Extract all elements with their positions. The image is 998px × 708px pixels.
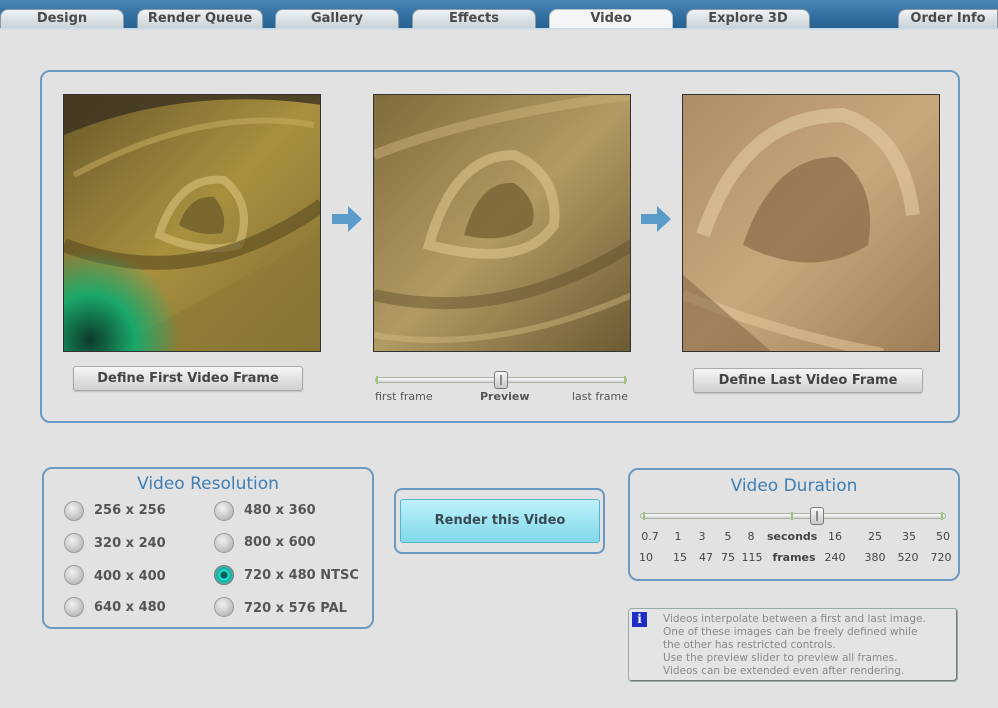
tab-gallery[interactable]: Gallery	[275, 9, 399, 28]
info-line: Use the preview slider to preview all fr…	[663, 652, 898, 664]
tab-effects[interactable]: Effects	[412, 9, 536, 28]
info-line: One of these images can be freely define…	[663, 626, 918, 638]
duration-slider-start-tick	[643, 512, 645, 520]
duration-title: Video Duration	[730, 476, 858, 496]
radio-label: 256 x 256	[94, 503, 166, 518]
frames-value: 240	[824, 551, 846, 564]
right-arrow-icon	[641, 206, 671, 232]
preview-slider-end-tick	[624, 376, 626, 384]
info-icon: i	[632, 612, 647, 627]
preview-slider-thumb[interactable]	[494, 371, 508, 389]
info-box: i Videos interpolate between a first and…	[628, 608, 958, 682]
seconds-value: 35	[902, 530, 916, 543]
preview-slider-start-tick	[376, 376, 378, 384]
duration-slider-thumb[interactable]	[810, 507, 824, 525]
tab-design[interactable]: Design	[0, 9, 124, 28]
tab-bar: Design Render Queue Gallery Effects Vide…	[0, 0, 998, 31]
radio-320x240[interactable]	[64, 533, 84, 553]
radio-800x600[interactable]	[214, 533, 234, 553]
tab-explore-3d[interactable]: Explore 3D	[686, 9, 810, 28]
define-first-frame-button[interactable]: Define First Video Frame	[73, 366, 303, 391]
frames-value: 10	[639, 551, 653, 564]
seconds-value: 8	[747, 530, 755, 543]
radio-400x400[interactable]	[64, 565, 84, 585]
tab-order-info[interactable]: Order Info	[898, 9, 998, 28]
radio-720x576-pal[interactable]	[214, 597, 234, 617]
frames-label: frames	[772, 551, 816, 564]
radio-label: 720 x 480 NTSC	[244, 568, 359, 583]
preview-first-frame-label: first frame	[375, 390, 433, 403]
radio-480x360[interactable]	[214, 501, 234, 521]
render-video-button[interactable]: Render this Video	[400, 499, 600, 543]
resolution-title: Video Resolution	[137, 474, 279, 494]
info-line: the other has restricted controls.	[663, 639, 836, 651]
preview-frame-art	[374, 95, 630, 351]
first-frame-image[interactable]	[63, 94, 321, 352]
seconds-value: 0.7	[641, 530, 659, 543]
last-frame-art	[683, 95, 939, 351]
tab-render-queue[interactable]: Render Queue	[137, 9, 263, 28]
radio-640x480[interactable]	[64, 597, 84, 617]
radio-label: 800 x 600	[244, 535, 316, 550]
preview-frame-image	[373, 94, 631, 352]
preview-label: Preview	[480, 390, 530, 403]
seconds-value: 50	[936, 530, 950, 543]
frames-value: 380	[864, 551, 886, 564]
frames-value: 520	[897, 551, 919, 564]
radio-label: 640 x 480	[94, 600, 166, 615]
info-line: Videos can be extended even after render…	[663, 665, 905, 677]
duration-slider-mid-tick	[791, 512, 793, 520]
radio-256x256[interactable]	[64, 501, 84, 521]
right-arrow-icon	[332, 206, 362, 232]
radio-label: 320 x 240	[94, 536, 166, 551]
info-line: Videos interpolate between a first and l…	[663, 613, 926, 625]
seconds-value: 16	[828, 530, 842, 543]
seconds-value: 25	[868, 530, 882, 543]
radio-720x480-ntsc[interactable]	[214, 565, 234, 585]
tab-bar-underline	[0, 28, 998, 31]
frames-value: 115	[741, 551, 763, 564]
radio-label: 480 x 360	[244, 503, 316, 518]
define-last-frame-button[interactable]: Define Last Video Frame	[693, 368, 923, 393]
first-frame-art	[64, 95, 320, 351]
radio-label: 400 x 400	[94, 569, 166, 584]
radio-label: 720 x 576 PAL	[244, 601, 347, 616]
frames-value: 720	[930, 551, 952, 564]
preview-last-frame-label: last frame	[572, 390, 628, 403]
duration-slider-track[interactable]	[640, 513, 946, 519]
seconds-label: seconds	[767, 530, 818, 543]
duration-slider-end-tick	[941, 512, 943, 520]
last-frame-image[interactable]	[682, 94, 940, 352]
